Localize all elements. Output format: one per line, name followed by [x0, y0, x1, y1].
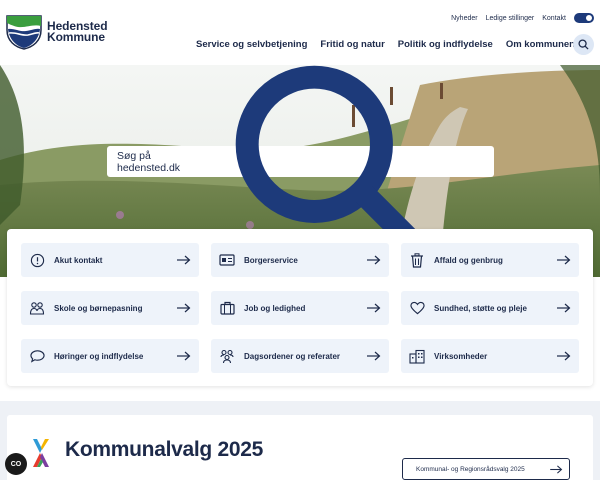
arrow-right-icon: [177, 303, 191, 313]
site-header: Hedensted Kommune Nyheder Ledige stillin…: [0, 0, 600, 65]
logo-text: Hedensted Kommune: [47, 20, 108, 44]
election-title: Kommunalvalg 2025: [65, 438, 263, 461]
cookie-consent-button[interactable]: CO: [5, 453, 27, 475]
quick-link-label: Skole og børnepasning: [54, 303, 143, 313]
quick-link-dagsordener[interactable]: Dagsordener og referater: [211, 339, 389, 373]
arrow-right-icon: [550, 464, 563, 474]
arrow-right-icon: [367, 303, 381, 313]
quick-link-label: Akut kontakt: [54, 255, 103, 265]
speech-bubble-icon: [29, 348, 45, 364]
quick-link-label: Job og ledighed: [244, 303, 306, 313]
header-search-button[interactable]: [573, 34, 594, 55]
nav-item-politics[interactable]: Politik og indflydelse: [398, 39, 493, 50]
heart-icon: [409, 300, 425, 316]
quick-link-sundhed[interactable]: Sundhed, støtte og pleje: [401, 291, 579, 325]
quick-link-label: Virksomheder: [434, 351, 488, 361]
main-nav: Service og selvbetjening Fritid og natur…: [196, 39, 575, 50]
election-x-logo-icon: [33, 439, 49, 467]
arrow-right-icon: [177, 255, 191, 265]
hero-search-bar[interactable]: Søg på hedensted.dk: [107, 65, 494, 258]
arrow-right-icon: [557, 351, 571, 361]
election-link-button[interactable]: Kommunal- og Regionsrådsvalg 2025: [402, 458, 570, 480]
arrow-right-icon: [367, 255, 381, 265]
quick-link-akut-kontakt[interactable]: Akut kontakt: [21, 243, 199, 277]
children-icon: [29, 300, 45, 316]
quick-link-virksomheder[interactable]: Virksomheder: [401, 339, 579, 373]
logo-link[interactable]: Hedensted Kommune: [6, 14, 108, 50]
search-icon: [578, 39, 589, 50]
id-card-icon: [219, 252, 235, 268]
people-icon: [219, 348, 235, 364]
arrow-right-icon: [557, 303, 571, 313]
quick-link-label: Borgerservice: [244, 255, 298, 265]
utility-link-jobs[interactable]: Ledige stillinger: [486, 15, 535, 22]
building-icon: [409, 348, 425, 364]
contrast-toggle[interactable]: [574, 13, 594, 23]
quick-link-borgerservice[interactable]: Borgerservice: [211, 243, 389, 277]
quick-link-affald[interactable]: Affald og genbrug: [401, 243, 579, 277]
alert-icon: [29, 252, 45, 268]
coat-of-arms-icon: [6, 15, 42, 50]
arrow-right-icon: [177, 351, 191, 361]
quick-links-panel: Akut kontakt Borgerservice Affald og gen…: [7, 229, 593, 386]
briefcase-icon: [219, 300, 235, 316]
utility-nav: Nyheder Ledige stillinger Kontakt: [451, 13, 594, 23]
nav-item-leisure[interactable]: Fritid og natur: [320, 39, 384, 50]
utility-link-contact[interactable]: Kontakt: [542, 15, 566, 22]
quick-link-label: Høringer og indflydelse: [54, 351, 144, 361]
nav-item-service[interactable]: Service og selvbetjening: [196, 39, 307, 50]
hero-search-input[interactable]: Søg på hedensted.dk: [117, 150, 180, 174]
election-link-label: Kommunal- og Regionsrådsvalg 2025: [416, 465, 525, 473]
quick-link-skole[interactable]: Skole og børnepasning: [21, 291, 199, 325]
utility-link-news[interactable]: Nyheder: [451, 15, 477, 22]
quick-link-label: Dagsordener og referater: [244, 351, 341, 361]
nav-item-about[interactable]: Om kommunen: [506, 39, 575, 50]
quick-link-label: Sundhed, støtte og pleje: [434, 303, 527, 313]
arrow-right-icon: [557, 255, 571, 265]
quick-link-hoeringer[interactable]: Høringer og indflydelse: [21, 339, 199, 373]
quick-link-job[interactable]: Job og ledighed: [211, 291, 389, 325]
quick-link-label: Affald og genbrug: [434, 255, 503, 265]
arrow-right-icon: [367, 351, 381, 361]
logo-line-2: Kommune: [47, 30, 105, 44]
trash-icon: [409, 252, 425, 268]
